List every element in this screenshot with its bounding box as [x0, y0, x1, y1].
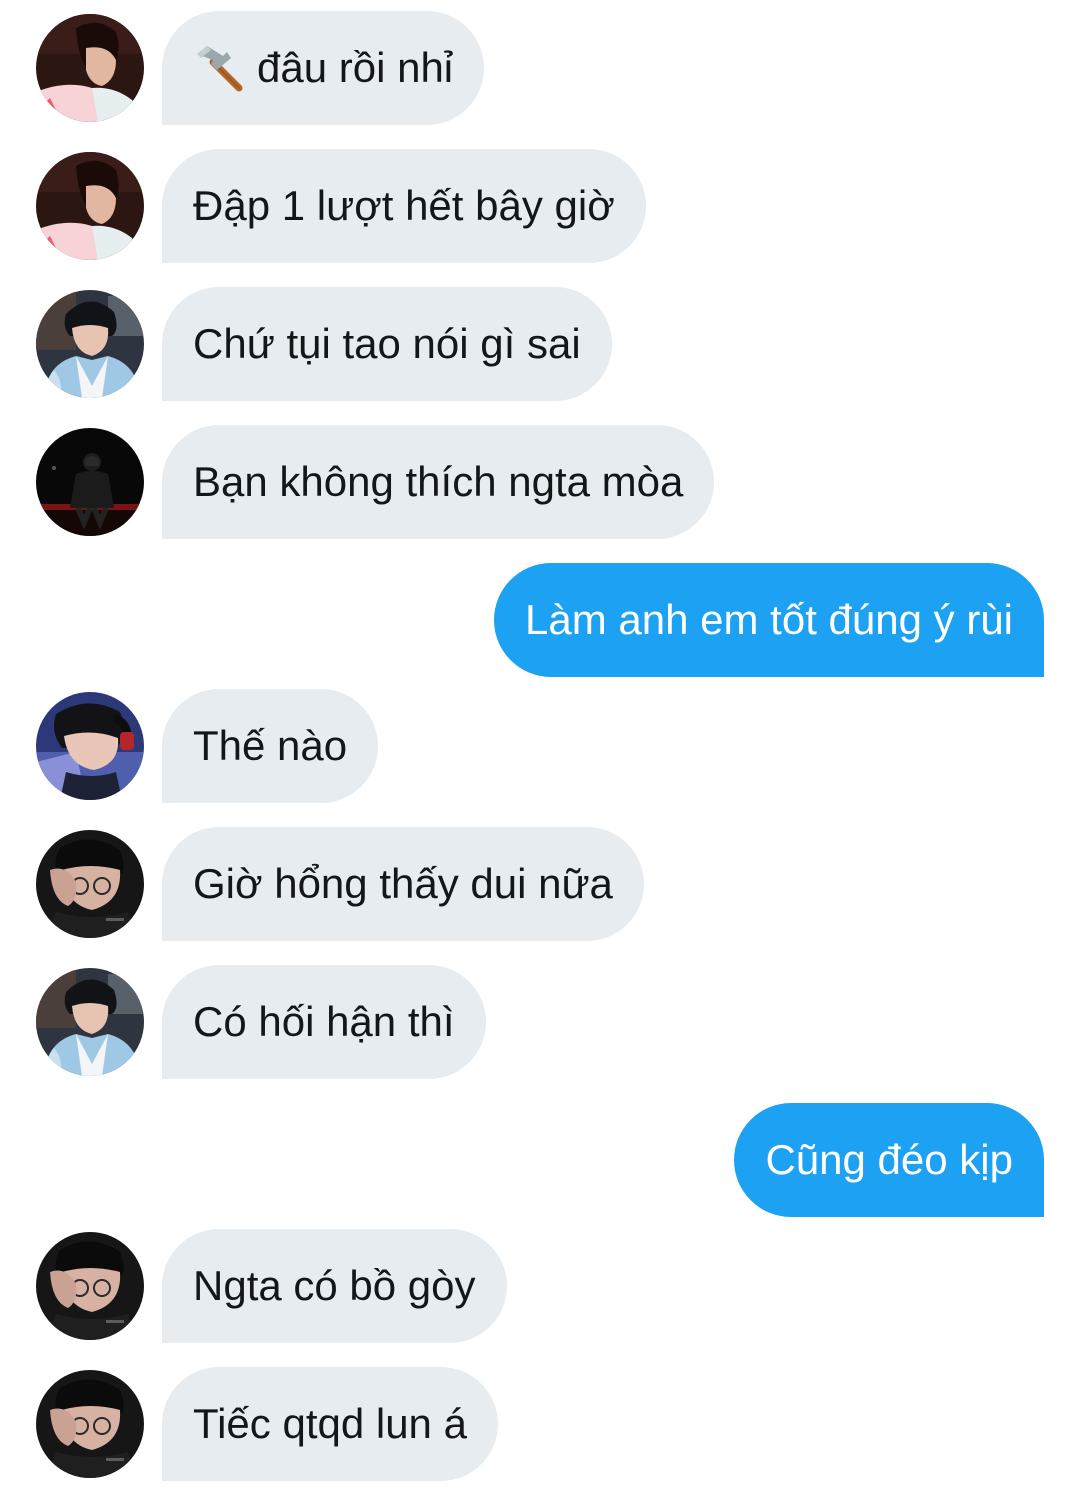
message-bubble-incoming[interactable]: Thế nào: [162, 689, 379, 803]
message-row-incoming: Tiếc qtqd lun á: [0, 1367, 1079, 1481]
message-row-incoming: Ngta có bồ gòy: [0, 1229, 1079, 1343]
message-text: Làm anh em tốt đúng ý rùi: [525, 596, 1013, 643]
avatar-headset-blue-light[interactable]: [36, 692, 144, 800]
avatar-dark-stage[interactable]: [36, 428, 144, 536]
message-text: Cũng đéo kịp: [765, 1136, 1013, 1183]
message-bubble-outgoing[interactable]: Làm anh em tốt đúng ý rùi: [494, 563, 1044, 677]
message-row-incoming: Giờ hổng thấy dui nữa: [0, 827, 1079, 941]
message-bubble-incoming[interactable]: Chứ tụi tao nói gì sai: [162, 287, 612, 401]
message-bubble-outgoing[interactable]: Cũng đéo kịp: [734, 1103, 1044, 1217]
message-row-incoming: Chứ tụi tao nói gì sai: [0, 287, 1079, 401]
message-bubble-incoming[interactable]: Có hối hận thì: [162, 965, 486, 1079]
message-text: Ngta có bồ gòy: [193, 1262, 476, 1309]
message-row-outgoing: Cũng đéo kịp: [0, 1103, 1079, 1217]
message-text: Giờ hổng thấy dui nữa: [193, 860, 613, 907]
message-bubble-incoming[interactable]: Tiếc qtqd lun á: [162, 1367, 498, 1481]
avatar-blue-hanbok[interactable]: [36, 968, 144, 1076]
hammer-icon: [193, 44, 245, 92]
avatar-glasses-hand-face[interactable]: [36, 1370, 144, 1478]
message-row-incoming: đâu rồi nhỉ: [0, 11, 1079, 125]
message-row-incoming: Đập 1 lượt hết bây giờ: [0, 149, 1079, 263]
avatar-glasses-hand-face[interactable]: [36, 1232, 144, 1340]
message-row-incoming: Có hối hận thì: [0, 965, 1079, 1079]
message-bubble-incoming[interactable]: đâu rồi nhỉ: [162, 11, 485, 125]
message-row-incoming: Thế nào: [0, 689, 1079, 803]
message-text: Chứ tụi tao nói gì sai: [193, 320, 581, 367]
message-text: Bạn không thích ngta mòa: [193, 458, 684, 505]
message-text: đâu rồi nhỉ: [257, 44, 454, 91]
message-text: Thế nào: [193, 722, 348, 769]
avatar-glasses-hand-face[interactable]: [36, 830, 144, 938]
message-bubble-incoming[interactable]: Giờ hổng thấy dui nữa: [162, 827, 644, 941]
message-row-outgoing: Làm anh em tốt đúng ý rùi: [0, 563, 1079, 677]
message-text: Đập 1 lượt hết bây giờ: [193, 182, 615, 229]
avatar-pink-jacket[interactable]: [36, 14, 144, 122]
message-row-incoming: Bạn không thích ngta mòa: [0, 425, 1079, 539]
message-bubble-incoming[interactable]: Bạn không thích ngta mòa: [162, 425, 715, 539]
avatar-blue-hanbok[interactable]: [36, 290, 144, 398]
message-text: Có hối hận thì: [193, 998, 455, 1045]
message-text: Tiếc qtqd lun á: [193, 1400, 467, 1447]
message-bubble-incoming[interactable]: Đập 1 lượt hết bây giờ: [162, 149, 646, 263]
message-bubble-incoming[interactable]: Ngta có bồ gòy: [162, 1229, 507, 1343]
avatar-pink-jacket[interactable]: [36, 152, 144, 260]
